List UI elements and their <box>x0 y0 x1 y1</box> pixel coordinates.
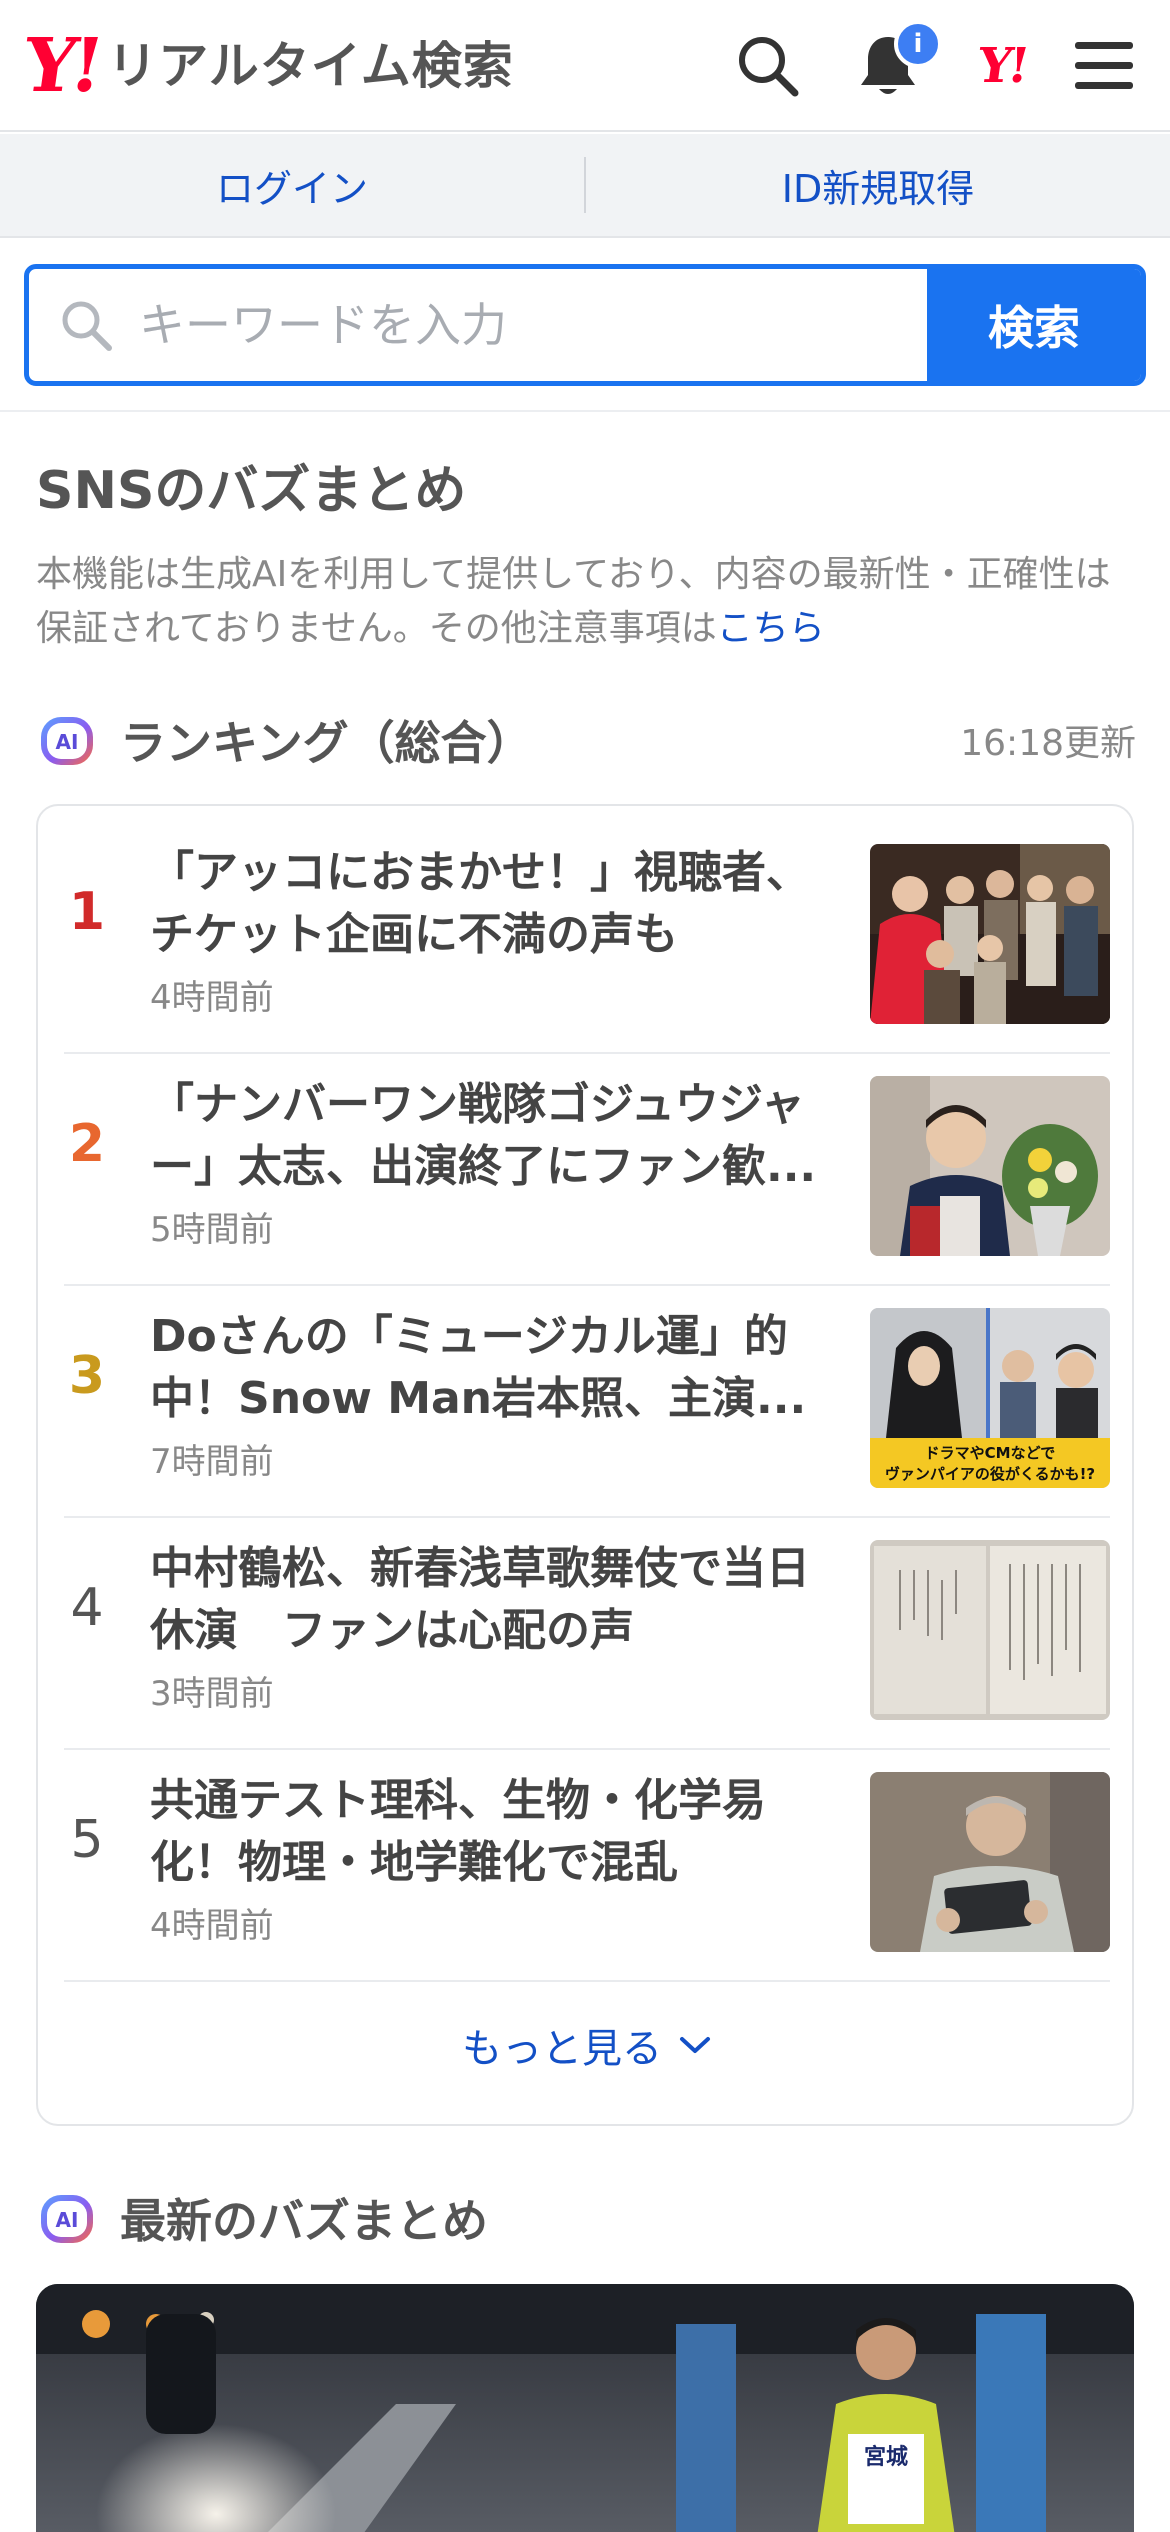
ranking-headline: Doさんの「ミュージカル運」的中！Snow Man岩本照、主演... <box>150 1311 807 1424</box>
signup-link[interactable]: ID新規取得 <box>586 158 1170 213</box>
latest-header: AI 最新のバズまとめ <box>36 2186 488 2250</box>
rank-number: 5 <box>70 1810 104 1870</box>
search-icon[interactable] <box>728 26 808 106</box>
search-button[interactable]: 検索 <box>927 269 1141 381</box>
ranking-title: ランキング（総合） <box>120 716 533 770</box>
rank-number: 3 <box>68 1346 106 1406</box>
chevron-down-icon <box>680 2037 710 2053</box>
login-link[interactable]: ログイン <box>0 158 584 213</box>
ranking-item[interactable]: 5 共通テスト理科、生物・化学易化！物理・地学難化で混乱 4時間前 <box>64 1750 1110 1982</box>
search-field <box>29 269 927 381</box>
ai-disclaimer: 本機能は生成AIを利用して提供しており、内容の最新性・正確性は保証されておりませ… <box>36 548 1136 656</box>
more-label: もっと見る <box>462 2026 662 2072</box>
thumbnail-caption: ヴァンパイアの役がくるかも!? <box>885 1465 1095 1483</box>
ranking-text: 「アッコにおまかせ！」視聴者、チケット企画に不満の声も 4時間前 <box>150 842 840 1019</box>
ranking-item[interactable]: 4 中村鶴松、新春浅草歌舞伎で当日休演 ファンは心配の声 3時間前 <box>64 1518 1110 1750</box>
ai-badge-label: AI <box>56 730 79 754</box>
ranking-thumbnail <box>870 1540 1110 1720</box>
account-bar: ログイン ID新規取得 <box>0 134 1170 238</box>
ranking-time: 4時間前 <box>150 1906 274 1946</box>
updated-time: 16:18更新 <box>960 723 1136 764</box>
ranking-headline: 「ナンバーワン戦隊ゴジュウジャー」太志、出演終了にファン歓... <box>150 1079 817 1192</box>
ranking-text: 「ナンバーワン戦隊ゴジュウジャー」太志、出演終了にファン歓... 5時間前 <box>150 1074 840 1251</box>
ranking-text: 中村鶴松、新春浅草歌舞伎で当日休演 ファンは心配の声 3時間前 <box>150 1538 840 1715</box>
ai-badge-label: AI <box>56 2208 79 2232</box>
section-divider <box>0 410 1170 412</box>
ranking-thumbnail <box>870 1076 1110 1256</box>
search-input[interactable] <box>139 298 927 352</box>
yahoo-realtime-logo[interactable]: Y! リアルタイム検索 <box>18 23 514 109</box>
ranking-header: AI ランキング（総合） 16:18更新 <box>36 708 1136 772</box>
search-field-icon <box>62 301 112 351</box>
ranking-thumbnail: ドラマやCMなどで ヴァンパイアの役がくるかも!? <box>870 1308 1110 1488</box>
ranking-item[interactable]: 3 Doさんの「ミュージカル運」的中！Snow Man岩本照、主演... 7時間… <box>64 1286 1110 1518</box>
ranking-thumbnail <box>870 844 1110 1024</box>
section-title: SNSのバズまとめ <box>36 461 467 521</box>
ranking-item[interactable]: 2 「ナンバーワン戦隊ゴジュウジャー」太志、出演終了にファン歓... 5時間前 <box>64 1054 1110 1286</box>
ranking-time: 5時間前 <box>150 1210 274 1250</box>
hamburger-menu-icon[interactable] <box>1064 26 1144 106</box>
rank-number: 2 <box>68 1114 106 1174</box>
bib-text: 宮城 <box>864 2444 908 2470</box>
yahoo-japan-icon[interactable]: Y! <box>962 26 1042 106</box>
yahoo-japan-mark: Y! <box>974 38 1030 94</box>
ranking-headline: 共通テスト理科、生物・化学易化！物理・地学難化で混乱 <box>150 1775 766 1888</box>
ranking-text: 共通テスト理科、生物・化学易化！物理・地学難化で混乱 4時間前 <box>150 1770 840 1947</box>
yahoo-logo-mark: Y! <box>17 23 104 109</box>
rank-number: 4 <box>70 1578 104 1638</box>
thumbnail-caption: ドラマやCMなどで <box>925 1444 1056 1462</box>
logo-text: リアルタイム検索 <box>107 37 514 95</box>
ranking-time: 7時間前 <box>150 1442 274 1482</box>
ranking-item[interactable]: 1 「アッコにおまかせ！」視聴者、チケット企画に不満の声も 4時間前 <box>64 822 1110 1054</box>
disclaimer-text: 本機能は生成AIを利用して提供しており、内容の最新性・正確性は保証されておりませ… <box>36 554 1111 649</box>
ranking-card: 1 「アッコにおまかせ！」視聴者、チケット企画に不満の声も 4時間前 2 「ナン… <box>36 804 1134 2126</box>
search-box: 検索 <box>24 264 1146 386</box>
ai-badge-icon: AI <box>36 708 100 772</box>
latest-buzz-photo[interactable]: 宮城 <box>36 2284 1134 2532</box>
notification-badge: i <box>894 20 942 68</box>
more-button[interactable]: もっと見る <box>38 2016 1136 2074</box>
latest-title: 最新のバズまとめ <box>120 2194 488 2248</box>
disclaimer-link[interactable]: こちら <box>717 608 825 649</box>
ai-badge-icon: AI <box>36 2186 100 2250</box>
ranking-time: 4時間前 <box>150 978 274 1018</box>
ranking-headline: 中村鶴松、新春浅草歌舞伎で当日休演 ファンは心配の声 <box>150 1543 810 1656</box>
rank-number: 1 <box>68 882 106 942</box>
ranking-headline: 「アッコにおまかせ！」視聴者、チケット企画に不満の声も <box>150 847 810 960</box>
ranking-text: Doさんの「ミュージカル運」的中！Snow Man岩本照、主演... 7時間前 <box>150 1306 840 1483</box>
notification-bell-icon[interactable]: i <box>848 20 942 106</box>
ranking-time: 3時間前 <box>150 1674 274 1714</box>
ranking-thumbnail <box>870 1772 1110 1952</box>
app-header: Y! リアルタイム検索 i Y! <box>0 0 1170 132</box>
